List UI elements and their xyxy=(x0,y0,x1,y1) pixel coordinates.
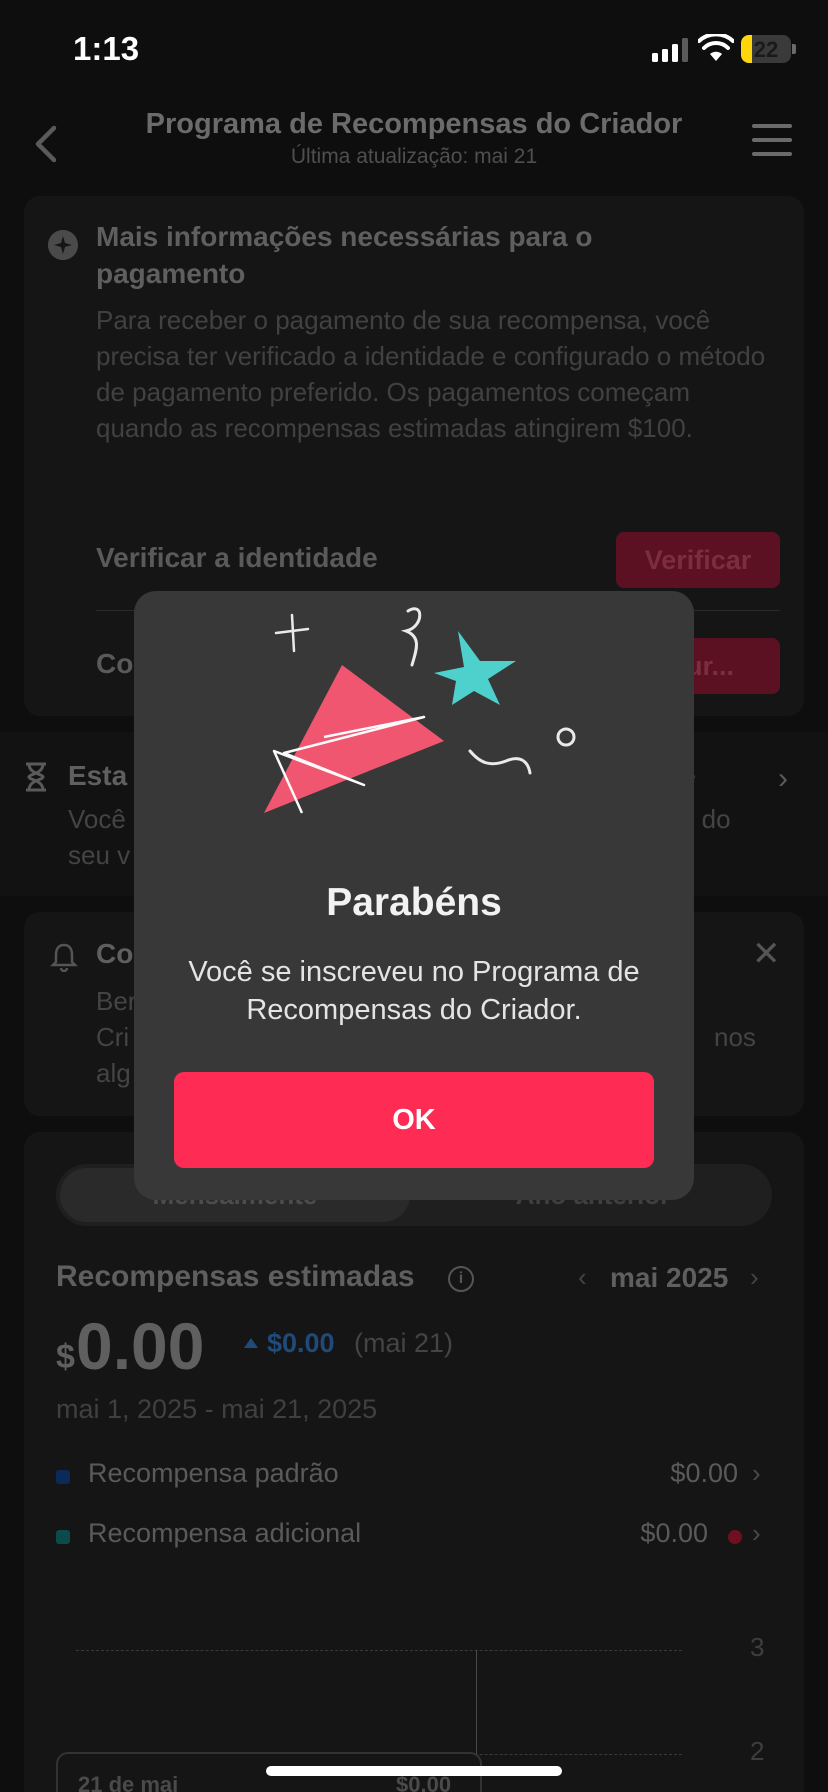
close-icon[interactable]: ✕ xyxy=(752,934,781,974)
hamburger-menu-icon[interactable] xyxy=(752,124,792,158)
info-icon[interactable]: i xyxy=(448,1266,474,1292)
notification-dot xyxy=(728,1530,742,1544)
sparkle-doodle xyxy=(274,613,310,653)
banner-text-line2: seu v xyxy=(68,840,131,870)
status-bar: 1:13 22 xyxy=(0,0,828,100)
battery-icon: 22 xyxy=(741,35,791,63)
legend-swatch-additional xyxy=(56,1530,70,1544)
chart-gridline xyxy=(76,1650,682,1651)
notice-line1: Ber xyxy=(96,986,137,1016)
amount-value: 0.00 xyxy=(76,1309,205,1383)
legend-label-standard: Recompensa padrão xyxy=(88,1458,339,1488)
verify-button[interactable]: Verificar xyxy=(616,532,780,588)
dialog-message: Você se inscreveu no Programa de Recompe… xyxy=(188,956,640,1026)
chevron-right-icon[interactable]: › xyxy=(752,1458,761,1489)
amount-currency: $ xyxy=(56,1338,75,1376)
ok-button[interactable]: OK xyxy=(174,1072,654,1168)
banner-title: Esta xyxy=(68,760,128,791)
chevron-right-icon[interactable]: › xyxy=(778,762,788,796)
chevron-right-icon[interactable]: › xyxy=(752,1518,761,1549)
header-title-group: Programa de Recompensas do Criador Últim… xyxy=(110,108,718,169)
delta-date: (mai 21) xyxy=(354,1328,454,1358)
home-indicator[interactable] xyxy=(266,1766,562,1776)
wave-doodle xyxy=(468,749,532,775)
prev-month-icon[interactable]: ‹ xyxy=(578,1262,587,1293)
notice-line2: Cri xyxy=(96,1022,130,1052)
month-label: mai 2025 xyxy=(610,1262,729,1293)
clock: 1:13 xyxy=(73,30,140,67)
hourglass-icon xyxy=(26,762,46,792)
rewards-card: Mensalmente Ano anterior Recompensas est… xyxy=(24,1132,804,1792)
payment-method-label: Co xyxy=(96,648,134,679)
payment-card-title: Mais informações necessárias para o paga… xyxy=(96,221,593,289)
legend-value-standard: $0.00 xyxy=(670,1458,738,1488)
notice-title: Co xyxy=(96,938,134,969)
page-title: Programa de Recompensas do Criador xyxy=(145,108,683,140)
payment-card-body: Para receber o pagamento de sua recompen… xyxy=(96,305,766,443)
squiggle-doodle xyxy=(400,607,422,667)
verify-identity-label: Verificar a identidade xyxy=(96,542,378,573)
y-tick-label: 3 xyxy=(750,1632,765,1662)
cellular-signal-icon xyxy=(652,38,688,62)
legend-label-additional: Recompensa adicional xyxy=(88,1518,362,1548)
battery-tip xyxy=(792,44,796,54)
notice-line3: alg xyxy=(96,1058,131,1088)
tooltip-date: 21 de mai xyxy=(78,1772,179,1792)
estimated-rewards-title: Recompensas estimadas xyxy=(56,1260,415,1293)
legend-value-additional: $0.00 xyxy=(640,1518,708,1548)
delta-value: $0.00 xyxy=(267,1328,335,1358)
y-tick-label: 2 xyxy=(750,1736,765,1766)
banner-text-line1: Você xyxy=(68,804,126,834)
star-shape xyxy=(434,631,516,705)
up-triangle-icon xyxy=(244,1338,258,1348)
battery-level: 22 xyxy=(753,37,779,62)
sparkle-icon xyxy=(48,230,78,260)
circle-doodle xyxy=(556,727,576,747)
app-header: Programa de Recompensas do Criador Últim… xyxy=(0,100,828,190)
date-range: mai 1, 2025 - mai 21, 2025 xyxy=(56,1394,378,1424)
notice-line2-tail: nos xyxy=(714,1022,756,1052)
next-month-icon[interactable]: › xyxy=(750,1262,759,1293)
bell-icon xyxy=(50,943,78,972)
confetti-illustration xyxy=(264,607,576,814)
back-chevron-icon[interactable] xyxy=(26,120,66,168)
dialog-title: Parabéns xyxy=(326,881,502,924)
legend-swatch-standard xyxy=(56,1470,70,1484)
last-updated: Última atualização: mai 21 xyxy=(290,145,538,168)
wifi-icon xyxy=(698,34,734,61)
congrats-dialog: Parabéns Você se inscreveu no Programa d… xyxy=(134,591,694,1200)
